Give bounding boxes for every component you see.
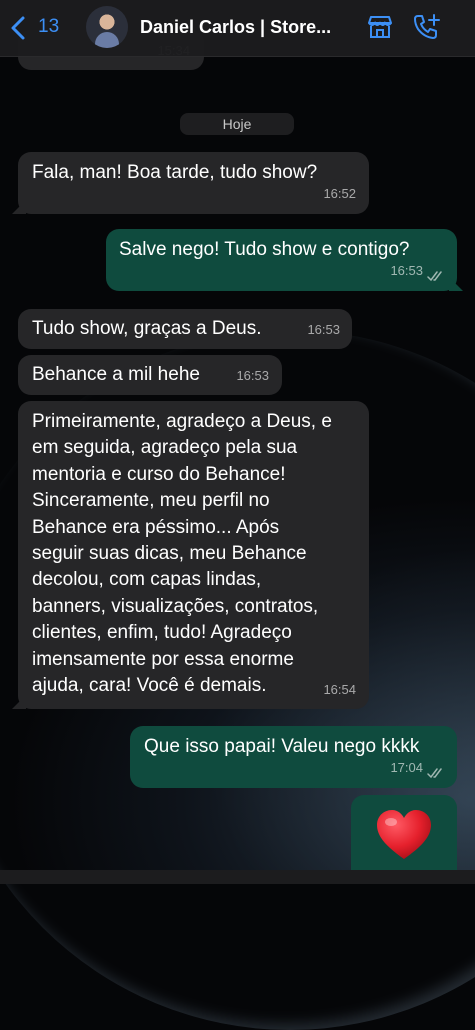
delivered-ticks-icon: [427, 768, 442, 779]
message-bubble-incoming[interactable]: Primeiramente, agradeço a Deus, e em seg…: [18, 401, 369, 709]
contact-avatar[interactable]: [86, 6, 128, 48]
message-line: decolou, com capas lindas,: [32, 569, 262, 591]
delivered-ticks-icon: [427, 271, 442, 282]
message-bubble-incoming[interactable]: Tudo show, graças a Deus. 16:53: [18, 309, 352, 349]
message-time: 16:53: [307, 322, 340, 337]
message-text: Behance a mil hehe: [32, 364, 200, 385]
message-text: Fala, man! Boa tarde, tudo show?: [32, 162, 318, 183]
message-bubble-incoming[interactable]: Fala, man! Boa tarde, tudo show? 16:52: [18, 152, 369, 214]
date-separator: Hoje: [180, 113, 294, 135]
message-time: 16:53: [236, 368, 269, 383]
unread-count[interactable]: 13: [38, 16, 59, 38]
message-text: Primeiramente, agradeço a Deus, e em seg…: [32, 409, 332, 699]
message-bubble-outgoing[interactable]: Salve nego! Tudo show e contigo? 16:53: [106, 229, 457, 291]
message-text: Salve nego! Tudo show e contigo?: [119, 239, 410, 260]
message-text: Que isso papai! Valeu nego kkkk: [144, 736, 420, 757]
message-line: Behance era péssimo... Após: [32, 516, 280, 538]
message-bubble-outgoing[interactable]: [351, 795, 457, 880]
message-line: mentoria e curso do Behance!: [32, 463, 286, 485]
contact-name[interactable]: Daniel Carlos | Store...: [140, 17, 350, 38]
message-line: em seguida, agradeço pela sua: [32, 437, 298, 459]
message-time: 16:52: [323, 186, 356, 201]
message-line: Primeiramente, agradeço a Deus, e: [32, 411, 332, 432]
message-line: imensamente por essa enorme: [32, 648, 294, 670]
message-time: 16:54: [323, 682, 356, 697]
message-line: clientes, enfim, tudo! Agradeço: [32, 622, 292, 644]
chat-header: 13 Daniel Carlos | Store...: [0, 0, 475, 57]
back-chevron-icon[interactable]: [8, 15, 30, 41]
message-line: Sinceramente, meu perfil no: [32, 490, 270, 512]
message-line: seguir suas dicas, meu Behance: [32, 543, 307, 565]
store-icon[interactable]: [366, 13, 394, 41]
message-line: banners, visualizações, contratos,: [32, 595, 319, 617]
message-text: Tudo show, graças a Deus.: [32, 318, 262, 339]
message-bubble-incoming[interactable]: Behance a mil hehe 16:53: [18, 355, 282, 395]
bottom-bar: [0, 870, 475, 884]
message-bubble-outgoing[interactable]: Que isso papai! Valeu nego kkkk 17:04: [130, 726, 457, 788]
heart-emoji-icon: [377, 810, 431, 859]
message-line: ajuda, cara! Você é demais.: [32, 675, 267, 697]
message-time: 17:04: [390, 760, 423, 775]
add-call-icon[interactable]: [412, 12, 442, 42]
message-time: 16:53: [390, 263, 423, 278]
